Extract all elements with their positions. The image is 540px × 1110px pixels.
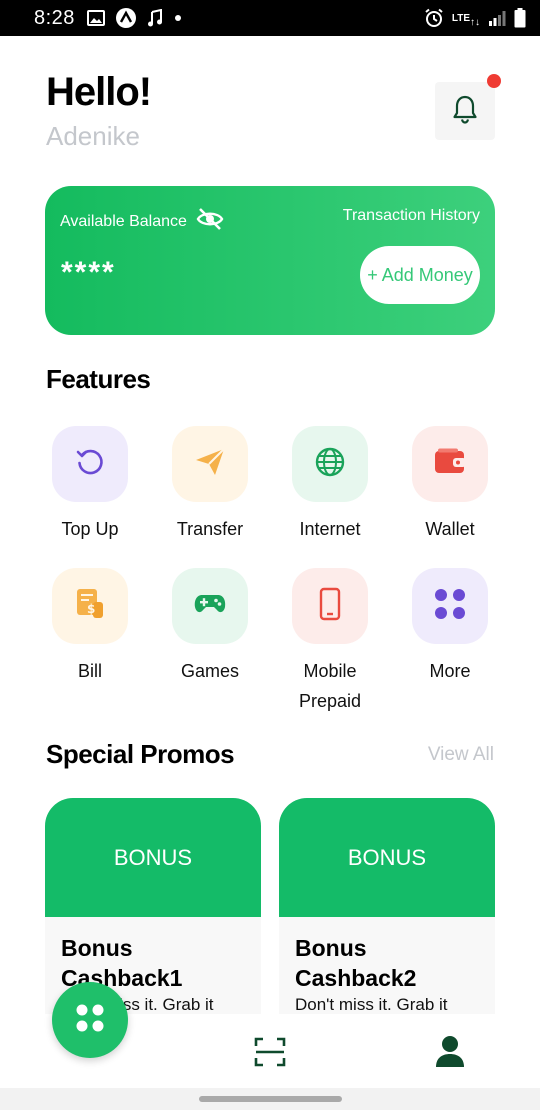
promos-title: Special Promos xyxy=(46,739,235,769)
eye-off-icon[interactable] xyxy=(195,207,225,236)
refresh-icon xyxy=(74,446,106,483)
dot-icon xyxy=(173,13,183,23)
notification-button[interactable] xyxy=(435,82,495,140)
scan-button[interactable] xyxy=(254,1037,286,1072)
wallet-icon xyxy=(433,448,467,481)
bill-icon: $ xyxy=(74,587,106,626)
promo-card-1[interactable]: BONUS Bonus Cashback1 Don't miss it. Gra… xyxy=(45,798,261,1014)
mobile-icon xyxy=(319,587,341,626)
promo-title: Bonus Cashback2 xyxy=(295,935,417,991)
home-grid-icon xyxy=(74,1002,106,1039)
gesture-area xyxy=(0,1088,540,1110)
feature-games[interactable]: Games xyxy=(150,568,270,686)
globe-icon xyxy=(314,446,346,483)
send-icon xyxy=(193,446,227,483)
promo-title: Bonus Cashback1 xyxy=(61,935,183,991)
feature-tile xyxy=(292,568,368,644)
scan-icon xyxy=(254,1037,286,1071)
feature-label: Wallet xyxy=(425,519,475,539)
features-title: Features xyxy=(46,364,151,394)
promo-banner: BONUS xyxy=(45,798,261,917)
signal-icon xyxy=(488,10,506,26)
alarm-icon xyxy=(424,8,444,28)
balance-card: Available Balance Transaction History **… xyxy=(45,186,495,335)
balance-label: Available Balance xyxy=(60,212,187,230)
greeting-title: Hello! xyxy=(46,70,152,114)
status-time: 8:28 xyxy=(34,6,75,29)
profile-button[interactable] xyxy=(435,1035,465,1072)
feature-bill[interactable]: $ Bill xyxy=(30,568,150,686)
feature-more[interactable]: More xyxy=(390,568,510,686)
bell-icon xyxy=(452,94,478,129)
lte-icon: LTE ↑↓ xyxy=(451,12,480,28)
username: Adenike xyxy=(46,121,140,151)
home-fab-button[interactable] xyxy=(52,982,128,1058)
home-gesture-bar[interactable] xyxy=(199,1096,342,1102)
feature-wallet[interactable]: Wallet xyxy=(390,426,510,544)
grid-dots-icon xyxy=(433,587,467,626)
battery-icon xyxy=(514,8,526,28)
feature-label: Top Up xyxy=(61,519,119,539)
balance-value: **** xyxy=(61,256,116,289)
app-icon xyxy=(115,7,137,29)
gamepad-icon xyxy=(193,592,227,621)
promo-description: Don't miss it. Grab it xyxy=(295,995,448,1014)
promo-banner: BONUS xyxy=(279,798,495,917)
profile-icon xyxy=(435,1036,465,1071)
feature-label: Bill xyxy=(77,661,102,681)
add-money-button[interactable]: + Add Money xyxy=(360,246,480,304)
feature-tile xyxy=(412,426,488,502)
feature-tile xyxy=(412,568,488,644)
feature-transfer[interactable]: Transfer xyxy=(150,426,270,544)
feature-label: Transfer xyxy=(176,519,244,539)
feature-mobile-prepaid[interactable]: Mobile Prepaid xyxy=(270,568,390,716)
image-icon xyxy=(86,10,105,26)
notification-badge xyxy=(487,74,501,88)
feature-internet[interactable]: Internet xyxy=(270,426,390,544)
status-bar: 8:28 LTE ↑↓ xyxy=(0,0,540,36)
music-icon xyxy=(147,9,163,27)
feature-label: Mobile Prepaid xyxy=(298,661,362,711)
feature-tile xyxy=(292,426,368,502)
feature-tile xyxy=(172,568,248,644)
network-label: LTE xyxy=(451,12,470,24)
feature-label: Internet xyxy=(299,519,361,539)
feature-top-up[interactable]: Top Up xyxy=(30,426,150,544)
feature-tile: $ xyxy=(52,568,128,644)
svg-text:$: $ xyxy=(87,602,95,616)
view-all-link[interactable]: View All xyxy=(428,744,494,766)
feature-tile xyxy=(172,426,248,502)
feature-label: Games xyxy=(180,661,240,681)
status-right-icons: LTE ↑↓ xyxy=(424,8,526,28)
transaction-history-link[interactable]: Transaction History xyxy=(343,207,480,225)
feature-label: More xyxy=(429,661,471,681)
status-left-icons xyxy=(86,7,183,29)
balance-label-row: Available Balance xyxy=(60,207,225,236)
promo-card-2[interactable]: BONUS Bonus Cashback2 Don't miss it. Gra… xyxy=(279,798,495,1014)
feature-tile xyxy=(52,426,128,502)
